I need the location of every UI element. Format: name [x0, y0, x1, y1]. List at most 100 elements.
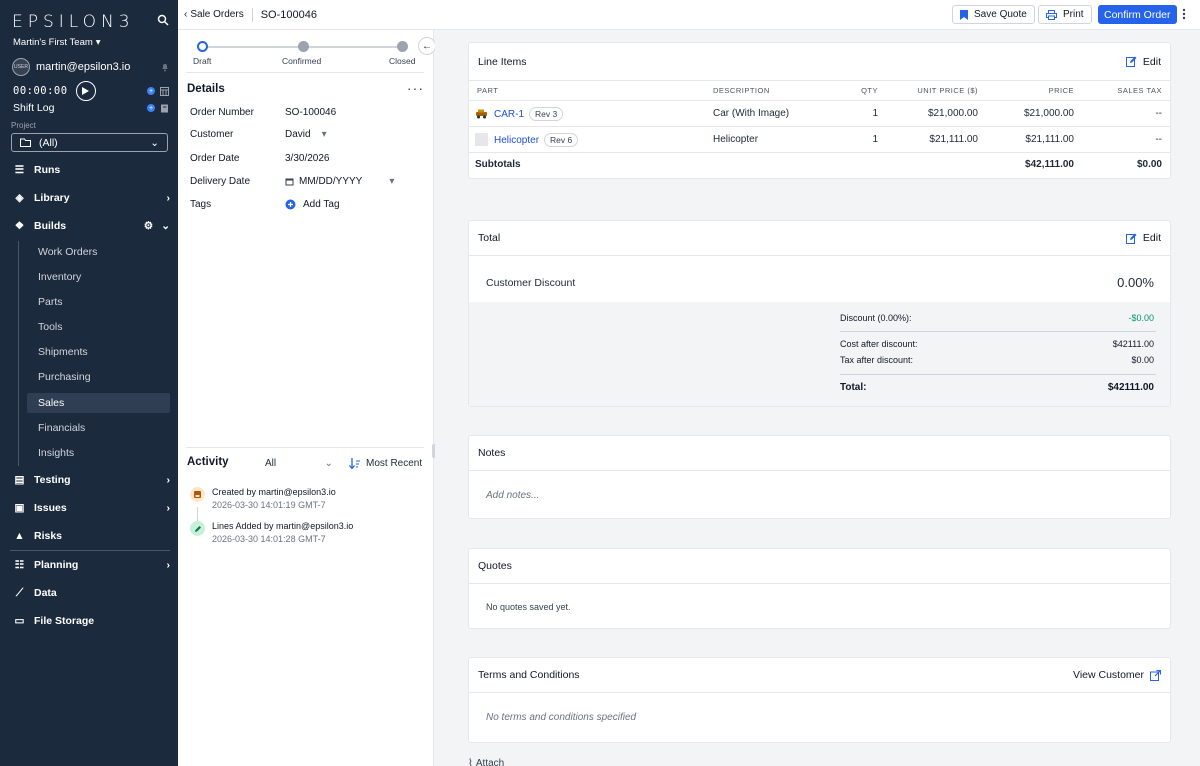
- order-number-value: SO-100046: [285, 107, 336, 118]
- search-icon[interactable]: [157, 14, 169, 26]
- nav-builds[interactable]: ❖ Builds ⚙ ⌄: [13, 215, 170, 237]
- line-items-edit-label: Edit: [1142, 55, 1161, 68]
- nav-work-orders[interactable]: Work Orders: [27, 242, 170, 262]
- chevron-right-icon: ›: [166, 559, 171, 571]
- tax-after-value: $0.00: [1131, 355, 1154, 365]
- subtotal-price: $42,111.00: [1025, 159, 1074, 171]
- status-step-closed: Closed: [389, 56, 416, 66]
- nav-financials[interactable]: Financials: [27, 418, 170, 438]
- nav-file-storage[interactable]: ▭ File Storage: [13, 610, 170, 632]
- main-content: Line Items Edit PART DESCRIPTION QTY UNI…: [435, 30, 1200, 766]
- status-step-confirmed: Confirmed: [282, 56, 322, 66]
- more-vertical-icon[interactable]: [1182, 8, 1186, 20]
- divider: [840, 374, 1156, 375]
- delivery-date-input[interactable]: MM/DD/YYYY ▾: [285, 176, 394, 187]
- activity-sort-button[interactable]: Most Recent: [349, 458, 422, 469]
- nav-insights[interactable]: Insights: [27, 443, 170, 463]
- avatar[interactable]: USER: [12, 58, 30, 76]
- nav-inventory[interactable]: Inventory: [27, 267, 170, 287]
- attach-button[interactable]: ⌇ Attach: [468, 758, 504, 766]
- print-button[interactable]: Print: [1038, 5, 1092, 24]
- gear-icon[interactable]: ⚙: [144, 220, 153, 232]
- calendar-grid-icon[interactable]: [160, 86, 169, 96]
- timer-row: 00:00:00 +: [13, 81, 169, 101]
- app-logo[interactable]: EPSILON3: [12, 12, 135, 32]
- terms-header: Terms and Conditions View Customer: [469, 658, 1170, 693]
- arrow-left-icon: ←: [422, 40, 432, 52]
- project-select[interactable]: (All) ⌄: [11, 133, 168, 152]
- col-unit-price: UNIT PRICE ($): [882, 80, 982, 101]
- notes-input[interactable]: Add notes...: [486, 490, 539, 501]
- terms-title: Terms and Conditions: [478, 669, 580, 681]
- nav-runs[interactable]: ☰ Runs: [13, 159, 170, 181]
- nav-issues[interactable]: ▣ Issues ›: [13, 497, 170, 519]
- line-items-edit-button[interactable]: Edit: [1125, 55, 1161, 68]
- nav-tools[interactable]: Tools: [27, 317, 170, 337]
- add-timer-icon[interactable]: +: [147, 87, 155, 95]
- sidebar-divider: [10, 550, 170, 551]
- add-log-icon[interactable]: +: [147, 104, 155, 112]
- sidebar: EPSILON3 Martin's First Team ▾ USER mart…: [0, 0, 178, 766]
- total-edit-button[interactable]: Edit: [1125, 232, 1161, 244]
- edit-icon: [1125, 233, 1137, 244]
- paperclip-icon: ⌇: [468, 758, 473, 766]
- activity-title: Activity: [187, 456, 229, 468]
- team-switcher[interactable]: Martin's First Team ▾: [13, 37, 101, 48]
- unit-price-cell: $21,111.00: [882, 126, 982, 153]
- breadcrumb[interactable]: ‹ Sale Orders: [184, 9, 244, 20]
- save-quote-label: Save Quote: [974, 9, 1027, 20]
- part-link[interactable]: CAR-1: [494, 109, 524, 120]
- book-icon[interactable]: [160, 104, 169, 113]
- nav-data[interactable]: ⟋ Data: [13, 582, 170, 604]
- customer-discount-label: Customer Discount: [486, 277, 576, 289]
- tags-label: Tags: [190, 199, 212, 210]
- table-row: Helicopter Rev 6 Helicopter 1 $21,111.00 …: [469, 126, 1170, 153]
- nav-shipments[interactable]: Shipments: [27, 342, 170, 362]
- activity-text: Created by martin@epsilon3.io: [212, 487, 336, 497]
- nav-sales[interactable]: Sales: [27, 393, 170, 413]
- issue-file-icon: ▣: [14, 502, 25, 514]
- nav-planning[interactable]: ☷ Planning ›: [13, 554, 170, 576]
- activity-time: 2026-03-30 14:01:19 GMT-7: [212, 500, 326, 510]
- play-button[interactable]: [75, 81, 96, 101]
- col-sales-tax: SALES TAX: [1078, 80, 1170, 101]
- external-link-icon: [1150, 669, 1161, 681]
- nav-testing-label: Testing: [34, 474, 71, 486]
- planning-icon: ☷: [14, 559, 25, 571]
- bell-icon[interactable]: [160, 62, 170, 72]
- plus-circle-icon: [285, 199, 296, 210]
- collapse-panel-button[interactable]: ←: [418, 37, 436, 55]
- more-horizontal-icon[interactable]: ···: [407, 80, 424, 96]
- view-customer-link[interactable]: View Customer: [1073, 669, 1161, 681]
- calendar-icon: [285, 178, 294, 186]
- nav-purchasing[interactable]: Purchasing: [27, 367, 170, 387]
- page-title: SO-100046: [260, 8, 317, 21]
- nav-risks[interactable]: ▲ Risks: [13, 525, 170, 547]
- nav-planning-label: Planning: [34, 559, 79, 571]
- cost-after-label: Cost after discount:: [840, 339, 918, 349]
- status-step-closed-node: [397, 41, 408, 52]
- customer-select[interactable]: David ▾: [285, 129, 327, 140]
- top-bar: ‹ Sale Orders SO-100046 Save Quote Print…: [178, 0, 1200, 30]
- nav-parts[interactable]: Parts: [27, 292, 170, 312]
- car-thumbnail-icon: [476, 109, 487, 119]
- activity-filter-select[interactable]: All ⌄: [265, 458, 333, 469]
- nav-library[interactable]: ◈ Library ›: [13, 187, 170, 209]
- qty-cell: 1: [842, 126, 882, 153]
- add-tag-button[interactable]: Add Tag: [285, 199, 340, 210]
- nav-builds-label: Builds: [34, 220, 67, 232]
- confirm-order-button[interactable]: Confirm Order: [1098, 5, 1177, 24]
- layers-icon: ◈: [15, 192, 24, 204]
- part-link[interactable]: Helicopter: [494, 135, 539, 146]
- description-cell: Helicopter: [707, 126, 842, 153]
- shift-log[interactable]: Shift Log +: [13, 102, 169, 114]
- nav-testing[interactable]: ▤ Testing ›: [13, 469, 170, 491]
- user-email[interactable]: martin@epsilon3.io: [36, 61, 130, 73]
- line-items-card: Line Items Edit PART DESCRIPTION QTY UNI…: [468, 42, 1171, 179]
- part-cell: Helicopter Rev 6: [469, 126, 707, 153]
- tax-cell: --: [1078, 126, 1170, 153]
- chart-line-icon: ⟋: [15, 586, 24, 599]
- delivery-date-label: Delivery Date: [190, 176, 251, 187]
- order-date-label: Order Date: [190, 153, 240, 164]
- save-quote-button[interactable]: Save Quote: [952, 5, 1035, 24]
